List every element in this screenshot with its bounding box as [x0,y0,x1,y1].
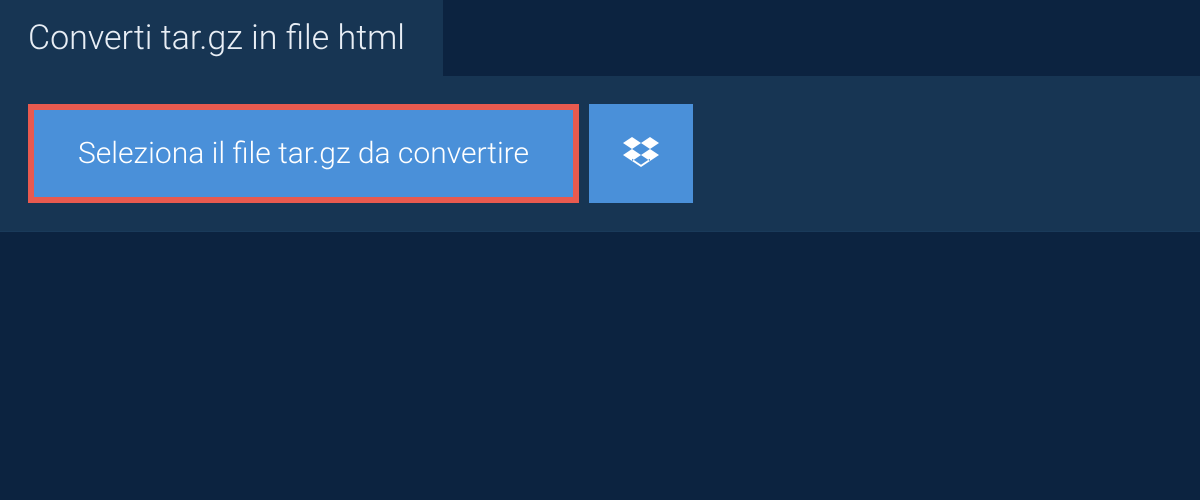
page-title: Converti tar.gz in file html [28,18,405,58]
select-file-button[interactable]: Seleziona il file tar.gz da convertire [28,104,579,203]
select-file-label: Seleziona il file tar.gz da convertire [78,136,529,171]
upload-section: Seleziona il file tar.gz da convertire [0,76,1200,231]
lower-background [0,231,1200,431]
page-title-tab: Converti tar.gz in file html [0,0,443,76]
upload-button-row: Seleziona il file tar.gz da convertire [28,104,1172,203]
dropbox-button[interactable] [589,104,693,203]
dropbox-icon [623,134,659,173]
